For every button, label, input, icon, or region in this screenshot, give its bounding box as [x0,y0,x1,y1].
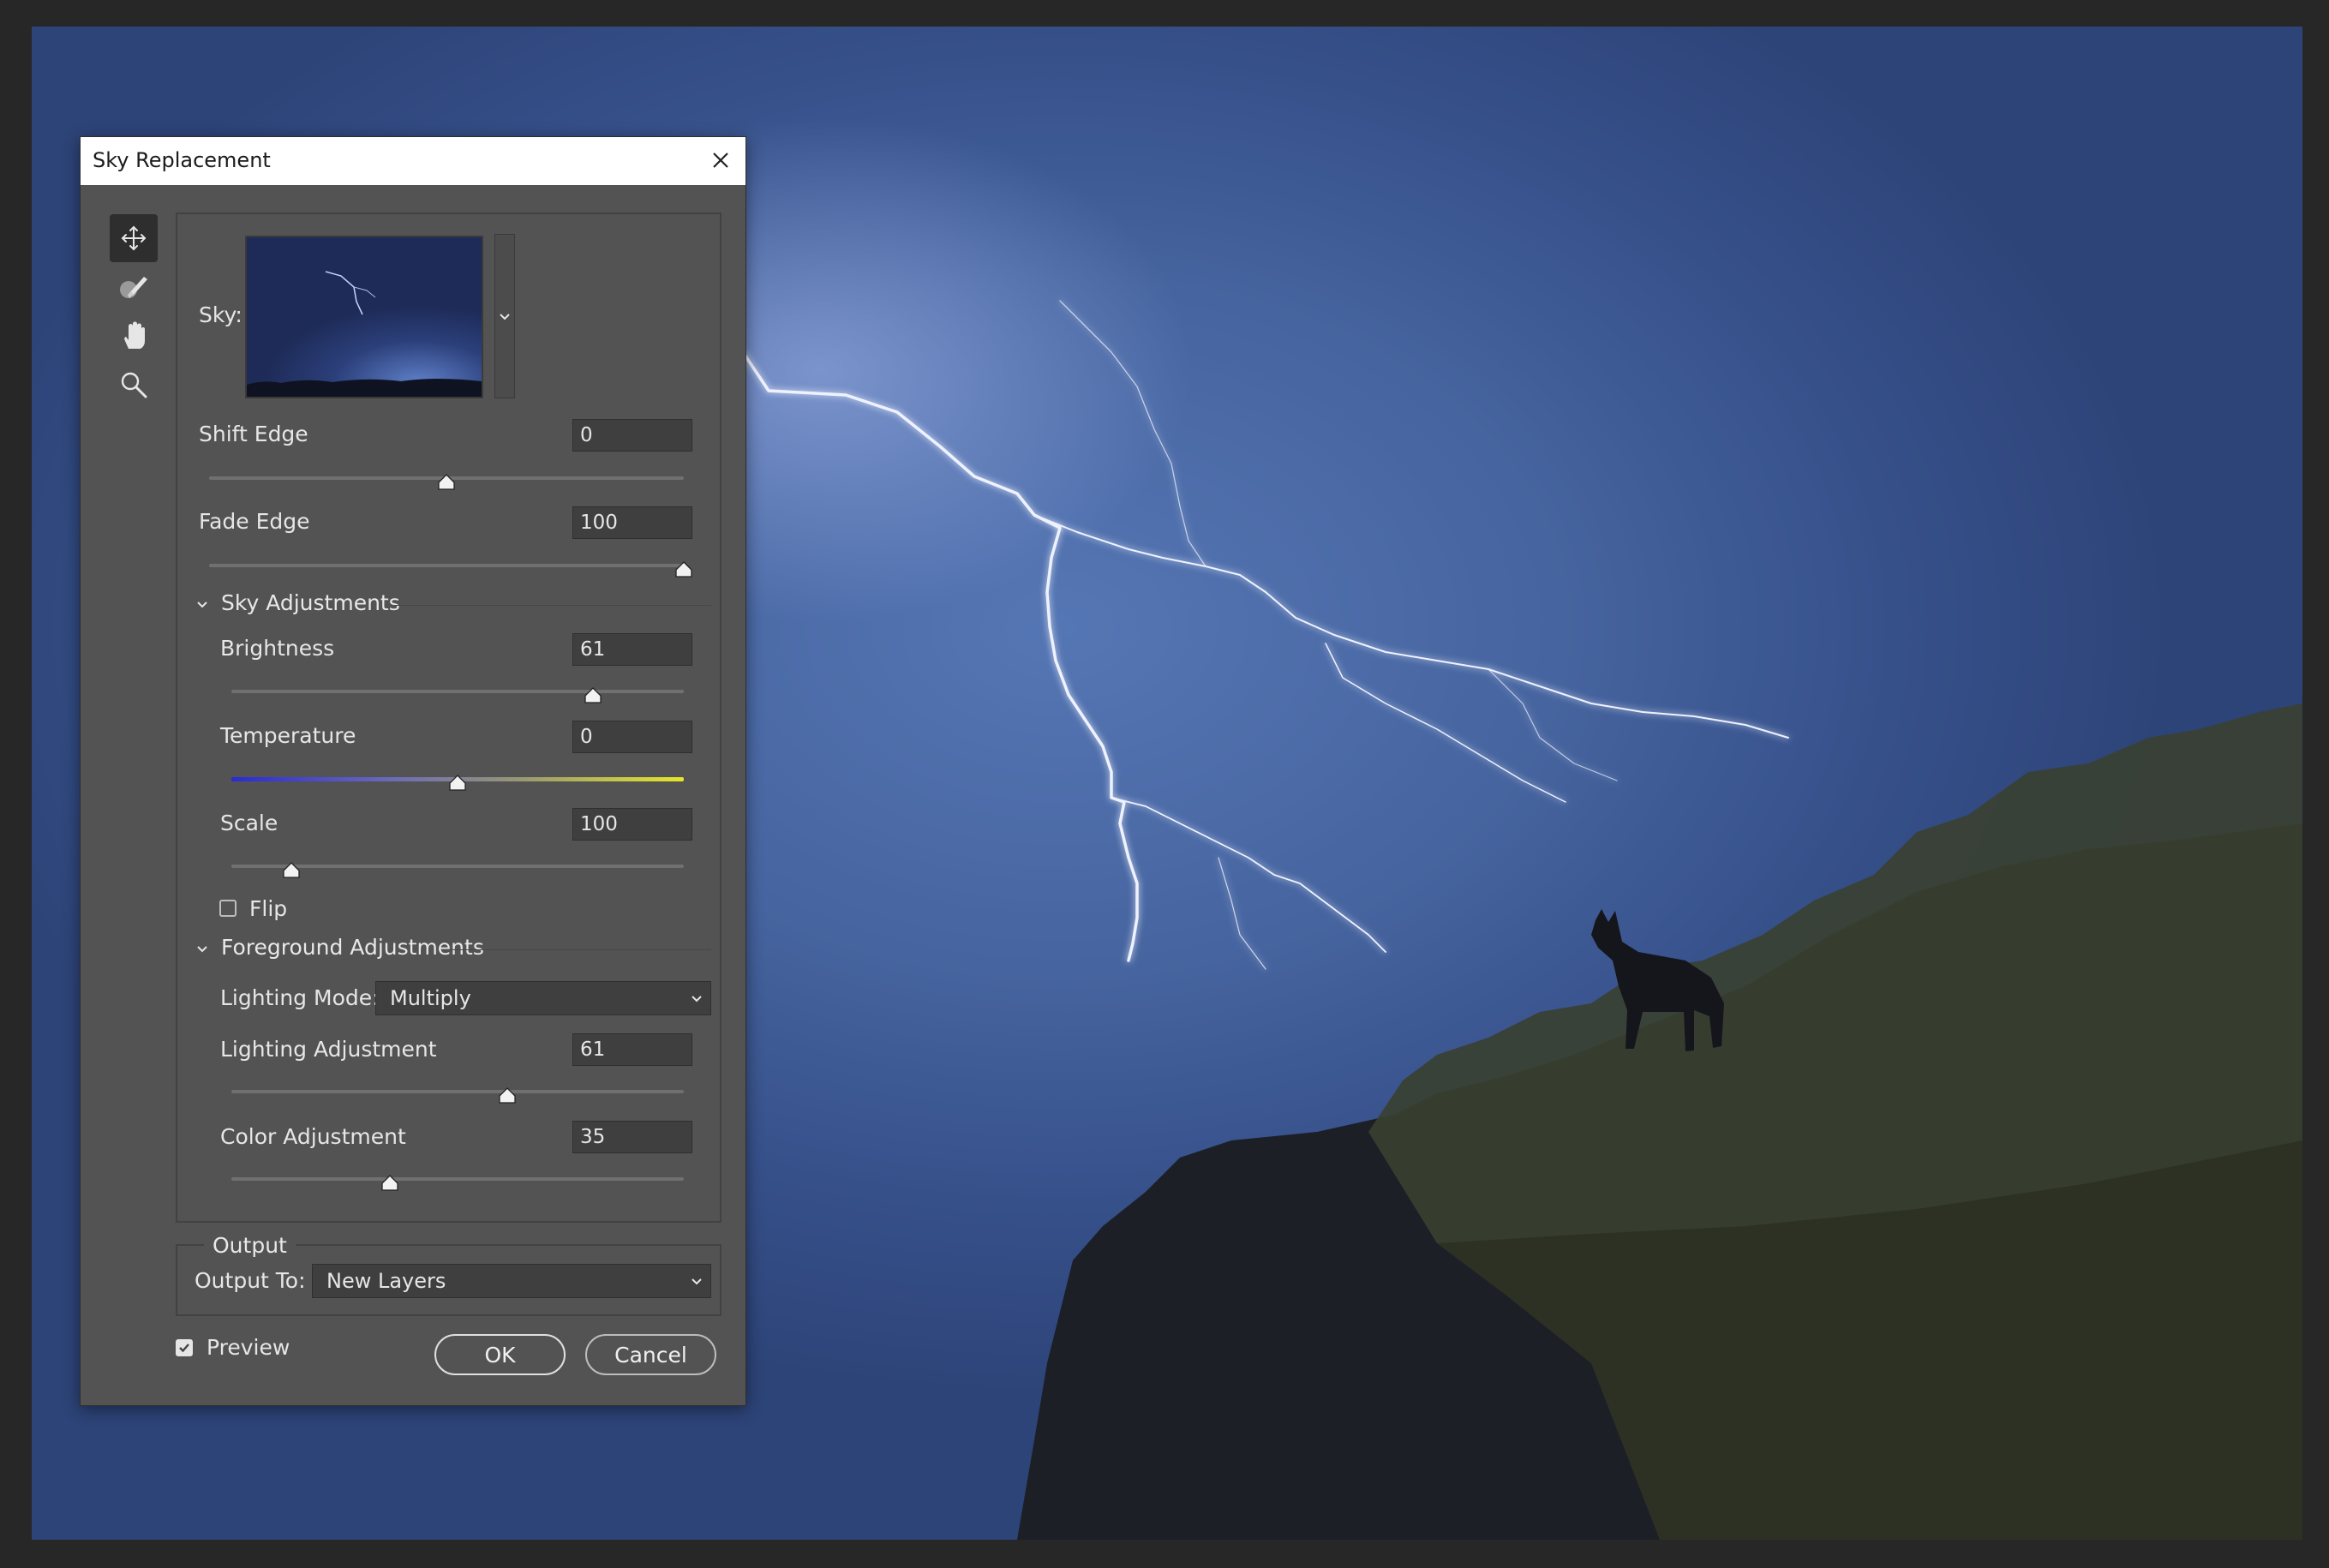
output-to-select[interactable]: New Layers [312,1264,711,1298]
color-adjustment-label: Color Adjustment [220,1124,406,1149]
lighting-adjustment-slider-thumb[interactable] [498,1087,517,1104]
lighting-mode-value: Multiply [390,986,471,1010]
hand-icon [124,321,145,349]
ok-button[interactable]: OK [434,1334,566,1375]
preview-checkbox[interactable] [176,1339,193,1356]
flip-label: Flip [249,896,288,921]
move-icon [121,225,147,251]
move-sky-tool[interactable] [110,214,158,262]
brightness-slider[interactable] [231,690,684,693]
lighting-adjustment-slider[interactable] [231,1090,684,1093]
close-icon[interactable] [708,147,733,173]
chevron-down-icon [500,314,510,320]
sky-preset-thumbnail[interactable] [245,236,483,398]
sky-brush-icon [120,277,147,298]
sky-adjustments-collapse-icon[interactable] [195,598,209,612]
zoom-tool[interactable] [110,361,158,409]
output-to-value: New Layers [326,1269,446,1293]
lightning-bolt [741,300,1789,970]
zoom-icon [121,372,147,398]
brightness-label: Brightness [220,636,335,661]
flip-checkbox[interactable] [219,900,236,917]
sky-replacement-dialog: Sky Replacement Sky: Shift Edge 0 Fade E… [80,136,746,1406]
foreground-adjustments-collapse-icon[interactable] [195,943,209,956]
scale-slider-thumb[interactable] [282,862,301,879]
hand-tool[interactable] [110,312,158,360]
checkmark-icon [179,1344,189,1353]
chevron-down-icon [692,996,702,1002]
color-adjustment-slider[interactable] [231,1177,684,1181]
temperature-input[interactable]: 0 [572,721,692,753]
chevron-down-icon [692,1278,702,1285]
lighting-mode-label: Lighting Mode: [220,985,380,1010]
output-to-label: Output To: [195,1268,306,1293]
temperature-slider-thumb[interactable] [448,775,467,792]
cancel-button[interactable]: Cancel [585,1334,716,1375]
foreground-adjustments-heading[interactable]: Foreground Adjustments [221,935,484,960]
fade-edge-slider[interactable] [209,564,684,567]
fade-edge-input[interactable]: 100 [572,506,692,539]
output-heading: Output [204,1233,296,1258]
sky-label: Sky: [199,302,242,327]
dialog-titlebar: Sky Replacement [81,137,745,185]
sky-thumbnail-image [247,271,482,397]
brightness-input[interactable]: 61 [572,633,692,666]
shift-edge-slider-thumb[interactable] [437,474,456,491]
color-adjustment-input[interactable]: 35 [572,1121,692,1153]
lighting-adjustment-input[interactable]: 61 [572,1033,692,1066]
lighting-mode-select[interactable]: Multiply [375,981,711,1015]
sky-preset-dropdown[interactable] [494,234,515,398]
scale-input[interactable]: 100 [572,808,692,841]
section-divider [394,605,711,606]
color-adjustment-slider-thumb[interactable] [380,1175,399,1192]
brightness-slider-thumb[interactable] [584,687,602,704]
scale-label: Scale [220,811,278,835]
dialog-title: Sky Replacement [93,148,271,172]
preview-label: Preview [207,1335,290,1360]
sky-brush-tool[interactable] [110,263,158,311]
temperature-label: Temperature [220,723,356,748]
shift-edge-input[interactable]: 0 [572,419,692,452]
sky-adjustments-heading[interactable]: Sky Adjustments [221,590,400,615]
fade-edge-label: Fade Edge [199,509,310,534]
lighting-adjustment-label: Lighting Adjustment [220,1037,437,1062]
shift-edge-label: Shift Edge [199,422,308,446]
fade-edge-slider-thumb[interactable] [674,561,693,578]
section-divider [451,949,711,950]
